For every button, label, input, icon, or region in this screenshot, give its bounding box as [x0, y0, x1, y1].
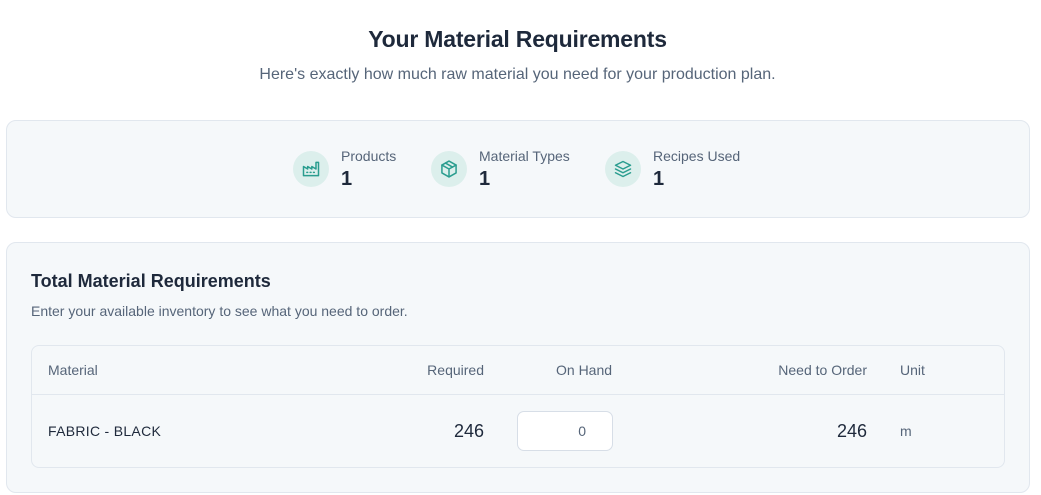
table-header: Material Required On Hand Need to Order …	[32, 346, 1004, 395]
stat-label: Material Types	[479, 148, 570, 164]
column-header-need-to-order: Need to Order	[778, 362, 867, 378]
table-row: FABRIC - BLACK 246 246 m	[32, 395, 1004, 467]
stat-recipes-used: Recipes Used 1	[605, 121, 740, 217]
requirements-table: Material Required On Hand Need to Order …	[31, 345, 1005, 468]
material-name: FABRIC - BLACK	[48, 423, 162, 439]
need-to-order-quantity: 246	[836, 421, 867, 441]
stat-label: Recipes Used	[653, 148, 741, 164]
stat-material-types: Material Types 1	[431, 121, 570, 217]
stat-value: 1	[341, 168, 353, 190]
column-header-on-hand: On Hand	[556, 362, 613, 378]
page-title: Your Material Requirements	[368, 26, 667, 52]
page-subtitle: Here's exactly how much raw material you…	[259, 66, 776, 83]
column-header-unit: Unit	[900, 362, 925, 378]
stat-label: Products	[341, 148, 397, 164]
stat-value: 1	[653, 168, 665, 190]
stat-value: 1	[479, 168, 491, 190]
unit-label: m	[900, 423, 912, 439]
on-hand-input[interactable]	[517, 411, 613, 451]
summary-stats-card: Products 1 Material Types 1 Recipes Used	[6, 120, 1030, 218]
requirements-title: Total Material Requirements	[31, 271, 271, 291]
box-icon	[431, 151, 467, 187]
stat-products: Products 1	[293, 121, 396, 217]
factory-icon	[293, 151, 329, 187]
required-quantity: 246	[453, 421, 484, 441]
column-header-required: Required	[427, 362, 484, 378]
column-header-material: Material	[48, 362, 98, 378]
requirements-subtitle: Enter your available inventory to see wh…	[31, 303, 408, 319]
layers-icon	[605, 151, 641, 187]
requirements-card: Total Material Requirements Enter your a…	[6, 242, 1030, 493]
